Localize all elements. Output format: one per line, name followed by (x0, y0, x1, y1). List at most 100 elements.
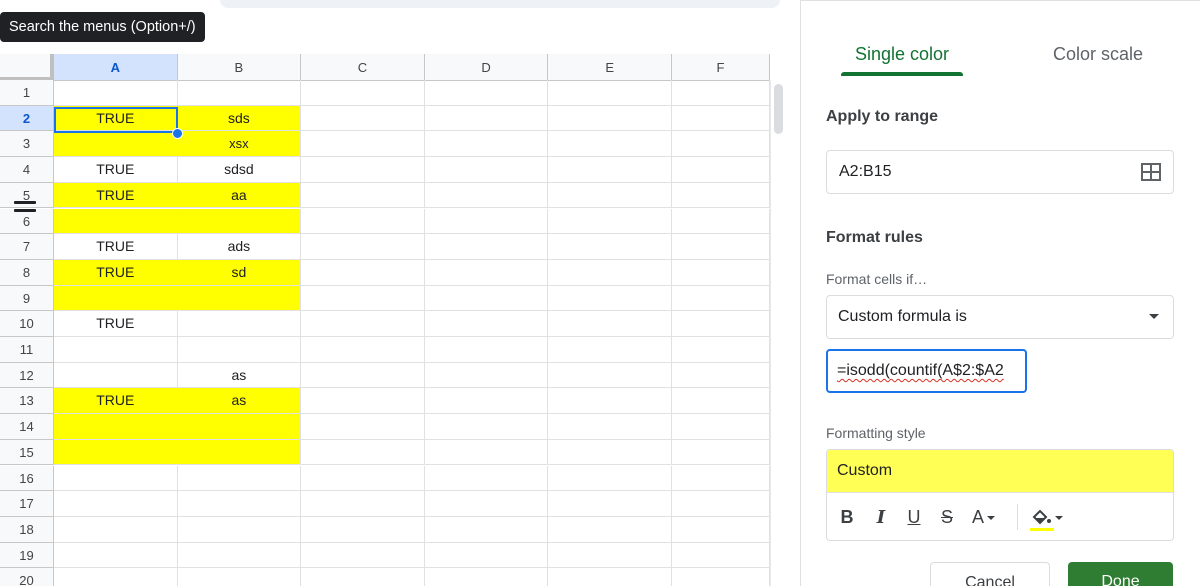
cell-d16[interactable] (424, 465, 549, 492)
cell-b18[interactable] (177, 516, 302, 543)
style-preview[interactable]: Custom (827, 450, 1173, 493)
cell-c10[interactable] (301, 311, 425, 337)
cell-f5[interactable] (672, 182, 770, 209)
cell-d8[interactable] (424, 259, 549, 286)
cell-f20[interactable] (672, 568, 770, 586)
cell-a10[interactable]: TRUE (54, 311, 178, 337)
cell-e13[interactable] (548, 388, 672, 415)
cancel-button[interactable]: Cancel (930, 562, 1050, 586)
row-header-15[interactable]: 15 (0, 439, 54, 466)
cell-c16[interactable] (301, 465, 425, 492)
cell-c9[interactable] (301, 285, 425, 312)
cell-c14[interactable] (301, 414, 425, 440)
row-header-3[interactable]: 3 (0, 131, 54, 158)
italic-button[interactable]: I (873, 507, 889, 531)
cell-b13[interactable]: as (177, 388, 302, 415)
select-all-corner[interactable] (0, 54, 54, 81)
cell-b7[interactable]: ads (177, 234, 302, 260)
cell-d6[interactable] (424, 208, 549, 235)
cell-d9[interactable] (424, 285, 549, 312)
cell-e3[interactable] (548, 131, 672, 158)
row-resize-handle[interactable] (14, 201, 36, 213)
row-header-9[interactable]: 9 (0, 285, 54, 312)
cell-e16[interactable] (548, 465, 672, 492)
cell-d10[interactable] (424, 311, 549, 337)
cell-f3[interactable] (672, 131, 770, 158)
cell-b17[interactable] (177, 491, 302, 517)
cell-a19[interactable] (54, 542, 178, 569)
cell-a4[interactable]: TRUE (54, 157, 178, 183)
cell-a16[interactable] (54, 465, 178, 492)
done-button[interactable]: Done (1068, 562, 1173, 586)
cell-a5[interactable]: TRUE (54, 182, 178, 209)
cell-c18[interactable] (301, 516, 425, 543)
cell-c2[interactable] (301, 105, 425, 132)
cell-f12[interactable] (672, 362, 770, 389)
row-header-16[interactable]: 16 (0, 465, 54, 492)
cell-f10[interactable] (672, 311, 770, 337)
text-color-button[interactable]: A (972, 507, 1002, 531)
cell-c5[interactable] (301, 182, 425, 209)
cell-d15[interactable] (424, 439, 549, 466)
cell-f4[interactable] (672, 157, 770, 183)
cell-b6[interactable] (177, 208, 302, 235)
row-header-12[interactable]: 12 (0, 362, 54, 389)
cell-b10[interactable] (177, 311, 302, 337)
cell-c1[interactable] (301, 80, 425, 106)
cell-a8[interactable]: TRUE (54, 259, 178, 286)
cell-e8[interactable] (548, 259, 672, 286)
cell-b19[interactable] (177, 542, 302, 569)
cell-a18[interactable] (54, 516, 178, 543)
cell-f15[interactable] (672, 439, 770, 466)
cell-b9[interactable] (177, 285, 302, 312)
cell-d14[interactable] (424, 414, 549, 440)
row-header-7[interactable]: 7 (0, 234, 54, 260)
cell-d20[interactable] (425, 568, 549, 586)
cell-b15[interactable] (177, 439, 302, 466)
cell-a6[interactable] (54, 208, 178, 235)
cell-e6[interactable] (548, 208, 672, 235)
row-header-1[interactable]: 1 (0, 80, 54, 106)
cell-d17[interactable] (424, 491, 549, 517)
cell-b20[interactable] (178, 568, 302, 586)
cell-e11[interactable] (548, 337, 672, 363)
column-header-d[interactable]: D (424, 54, 549, 81)
cell-a12[interactable] (54, 362, 178, 389)
cell-c12[interactable] (301, 362, 425, 389)
row-header-14[interactable]: 14 (0, 414, 54, 440)
row-header-20[interactable]: 20 (0, 568, 54, 586)
cell-d11[interactable] (424, 337, 549, 363)
cell-c20[interactable] (301, 568, 425, 586)
cell-b4[interactable]: sdsd (177, 157, 302, 183)
cell-e18[interactable] (548, 516, 672, 543)
column-header-c[interactable]: C (301, 54, 425, 81)
column-header-e[interactable]: E (548, 54, 672, 81)
row-header-13[interactable]: 13 (0, 388, 54, 415)
cell-f18[interactable] (672, 516, 770, 543)
cell-b8[interactable]: sd (177, 259, 302, 286)
row-header-2[interactable]: 2 (0, 105, 54, 132)
row-header-11[interactable]: 11 (0, 337, 54, 363)
cell-e17[interactable] (548, 491, 672, 517)
cell-e4[interactable] (548, 157, 672, 183)
cell-e12[interactable] (548, 362, 672, 389)
cell-c3[interactable] (301, 131, 425, 158)
grid-select-icon[interactable] (1141, 163, 1161, 181)
cell-f19[interactable] (672, 542, 770, 569)
cell-d7[interactable] (424, 234, 549, 260)
cell-c15[interactable] (301, 439, 425, 466)
cell-d4[interactable] (424, 157, 549, 183)
cell-d18[interactable] (424, 516, 549, 543)
cell-d13[interactable] (424, 388, 549, 415)
row-header-8[interactable]: 8 (0, 259, 54, 286)
cell-a11[interactable] (54, 337, 178, 363)
cell-f16[interactable] (672, 465, 770, 492)
bold-button[interactable]: B (839, 507, 855, 531)
cell-a13[interactable]: TRUE (54, 388, 178, 415)
cell-a1[interactable] (54, 80, 178, 106)
cell-e19[interactable] (548, 542, 672, 569)
row-header-19[interactable]: 19 (0, 542, 54, 569)
cell-e15[interactable] (548, 439, 672, 466)
cell-f17[interactable] (672, 491, 770, 517)
cell-e2[interactable] (548, 105, 672, 132)
